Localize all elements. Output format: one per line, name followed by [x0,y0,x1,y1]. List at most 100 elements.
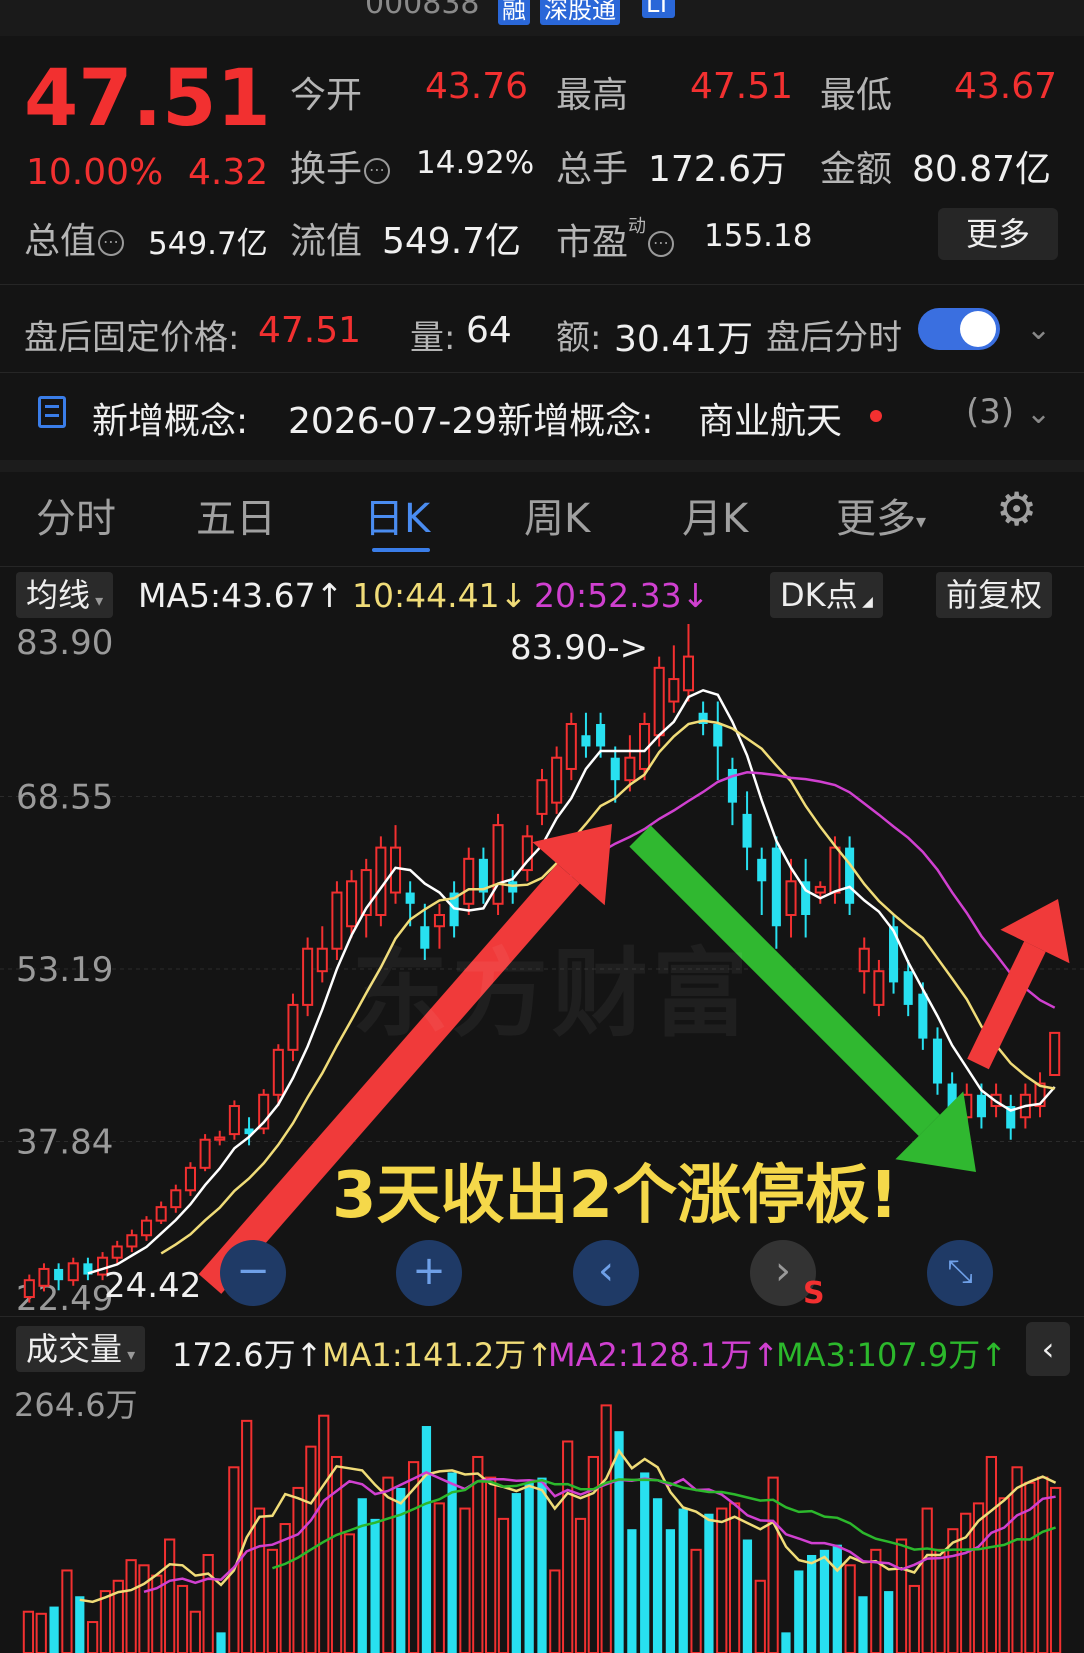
volume-bar [794,1570,804,1653]
candle-body [771,847,781,927]
candle-body [581,735,591,747]
candle-body [375,846,387,917]
tab-intraday[interactable]: 分时 [36,486,116,544]
afterhours-price: 47.51 [258,310,362,351]
sell-marker: S [803,1276,825,1311]
info-icon[interactable]: ⋯ [98,230,125,256]
info-icon[interactable]: ⋯ [364,158,391,184]
volume-bar [665,1529,676,1653]
change-value: 4.32 [188,152,269,193]
volume-bar [382,1476,394,1653]
volume-bar [61,1569,73,1653]
tab-monthly-k[interactable]: 月K [682,486,748,544]
caret-down-icon: ▾ [916,509,927,533]
candle-body [184,1166,196,1192]
candle-body [287,1003,299,1051]
news-icon [38,396,66,428]
mktcap-label: 总值 ⋯ [24,212,125,264]
dk-point-button[interactable]: DK点 ◢ [770,572,883,618]
volume-bar [858,1596,868,1653]
candle-body [331,891,343,950]
volume-bar [947,1528,959,1653]
zoom-out-button[interactable]: − [220,1240,286,1306]
y-tick-label: 68.55 [16,777,113,817]
candle-body [785,880,797,917]
volume-bar [1037,1476,1049,1653]
scroll-left-button[interactable]: ‹ [573,1240,639,1306]
pe-label: 市盈动⋯ [556,212,675,265]
volume-bar [524,1482,534,1653]
chevron-down-icon[interactable]: ⌄ [1026,396,1051,431]
candle-body [742,813,752,848]
tab-daily-k[interactable]: 日K [364,486,430,544]
volume-bar [921,1507,933,1653]
volume-bar [253,1507,266,1653]
volume-bar [343,1533,356,1653]
volume-bar [614,1431,624,1653]
info-icon[interactable]: ⋯ [648,231,675,257]
current-price: 47.51 [24,54,271,144]
concept-text[interactable]: 2026-07-29新增概念: [288,392,653,444]
vol-ma3: MA3:107.9万↑ [776,1336,1008,1374]
candle-body [918,993,928,1039]
volume-bar [704,1513,714,1653]
badge-lt: LT [642,0,675,18]
candle-body [302,947,314,1006]
afterhours-vol: 64 [466,310,512,351]
volume-chart: 264.6万 [14,1386,1062,1653]
volume-bar [870,1548,882,1653]
afterhours-amt-label: 额: [556,318,602,358]
zoom-in-button[interactable]: + [396,1240,462,1306]
candle-body [551,756,563,804]
y-tick-label: 37.84 [16,1123,113,1163]
ma-selector[interactable]: 均线 ▾ [16,572,114,618]
volume-bar [985,1455,998,1653]
float-value: 549.7亿 [382,221,522,262]
volume-bar [202,1553,214,1653]
y-tick-label: 53.19 [16,950,113,990]
gear-icon[interactable]: ⚙ [996,486,1037,532]
turnover-label: 换手 ⋯ [290,140,391,192]
turnover-value: 14.92% [416,145,535,181]
volume-selector[interactable]: 成交量 ▾ [16,1326,146,1372]
volume-bar [447,1472,457,1653]
fullscreen-button[interactable]: ⤡ [927,1240,993,1306]
amount-value: 80.87亿 [912,149,1052,190]
y-tick-label: 83.90 [16,624,113,663]
volume-bar [472,1455,484,1653]
badge-connect: 深股通 [540,0,620,25]
tab-weekly-k[interactable]: 周K [524,486,590,544]
afterhours-vol-label: 量: [410,318,456,358]
volume-bar [86,1621,99,1653]
volume-bar [99,1590,112,1653]
low-marker: 24.42 [104,1266,202,1306]
volume-bar [370,1518,380,1653]
afterhours-price-label: 盘后固定价格: [24,318,240,358]
volume-bar [279,1523,291,1653]
candle-body [316,947,328,973]
annotation-text: 3天收出2个涨停板! [332,1159,899,1233]
more-button[interactable]: 更多 [938,208,1058,260]
volume-bar [35,1612,47,1653]
volume-bar [511,1493,521,1653]
tab-five-day[interactable]: 五日 [196,486,276,544]
candle-body [272,1048,284,1096]
candle-body [976,1094,986,1118]
concept-name[interactable]: 商业航天 [698,392,842,444]
ma5-value: MA5:43.67↑ [138,576,344,615]
concept-count[interactable]: (3) [966,392,1014,432]
candle-body [228,1105,240,1136]
afterhours-toggle[interactable] [918,308,1000,350]
high-value: 47.51 [690,66,794,107]
volume-bar [627,1529,637,1653]
high-label: 最高 [556,75,629,116]
collapse-button[interactable]: ‹ [1026,1322,1070,1376]
volume-bar [690,1548,702,1653]
chevron-down-icon[interactable]: ⌄ [1026,312,1051,347]
tab-more[interactable]: 更多▾ [836,486,926,544]
volume-bar [537,1477,547,1653]
adjust-button[interactable]: 前复权 [936,572,1053,618]
volume-bar [1049,1486,1062,1653]
candle-body [653,666,665,737]
volume-bar [266,1548,278,1653]
